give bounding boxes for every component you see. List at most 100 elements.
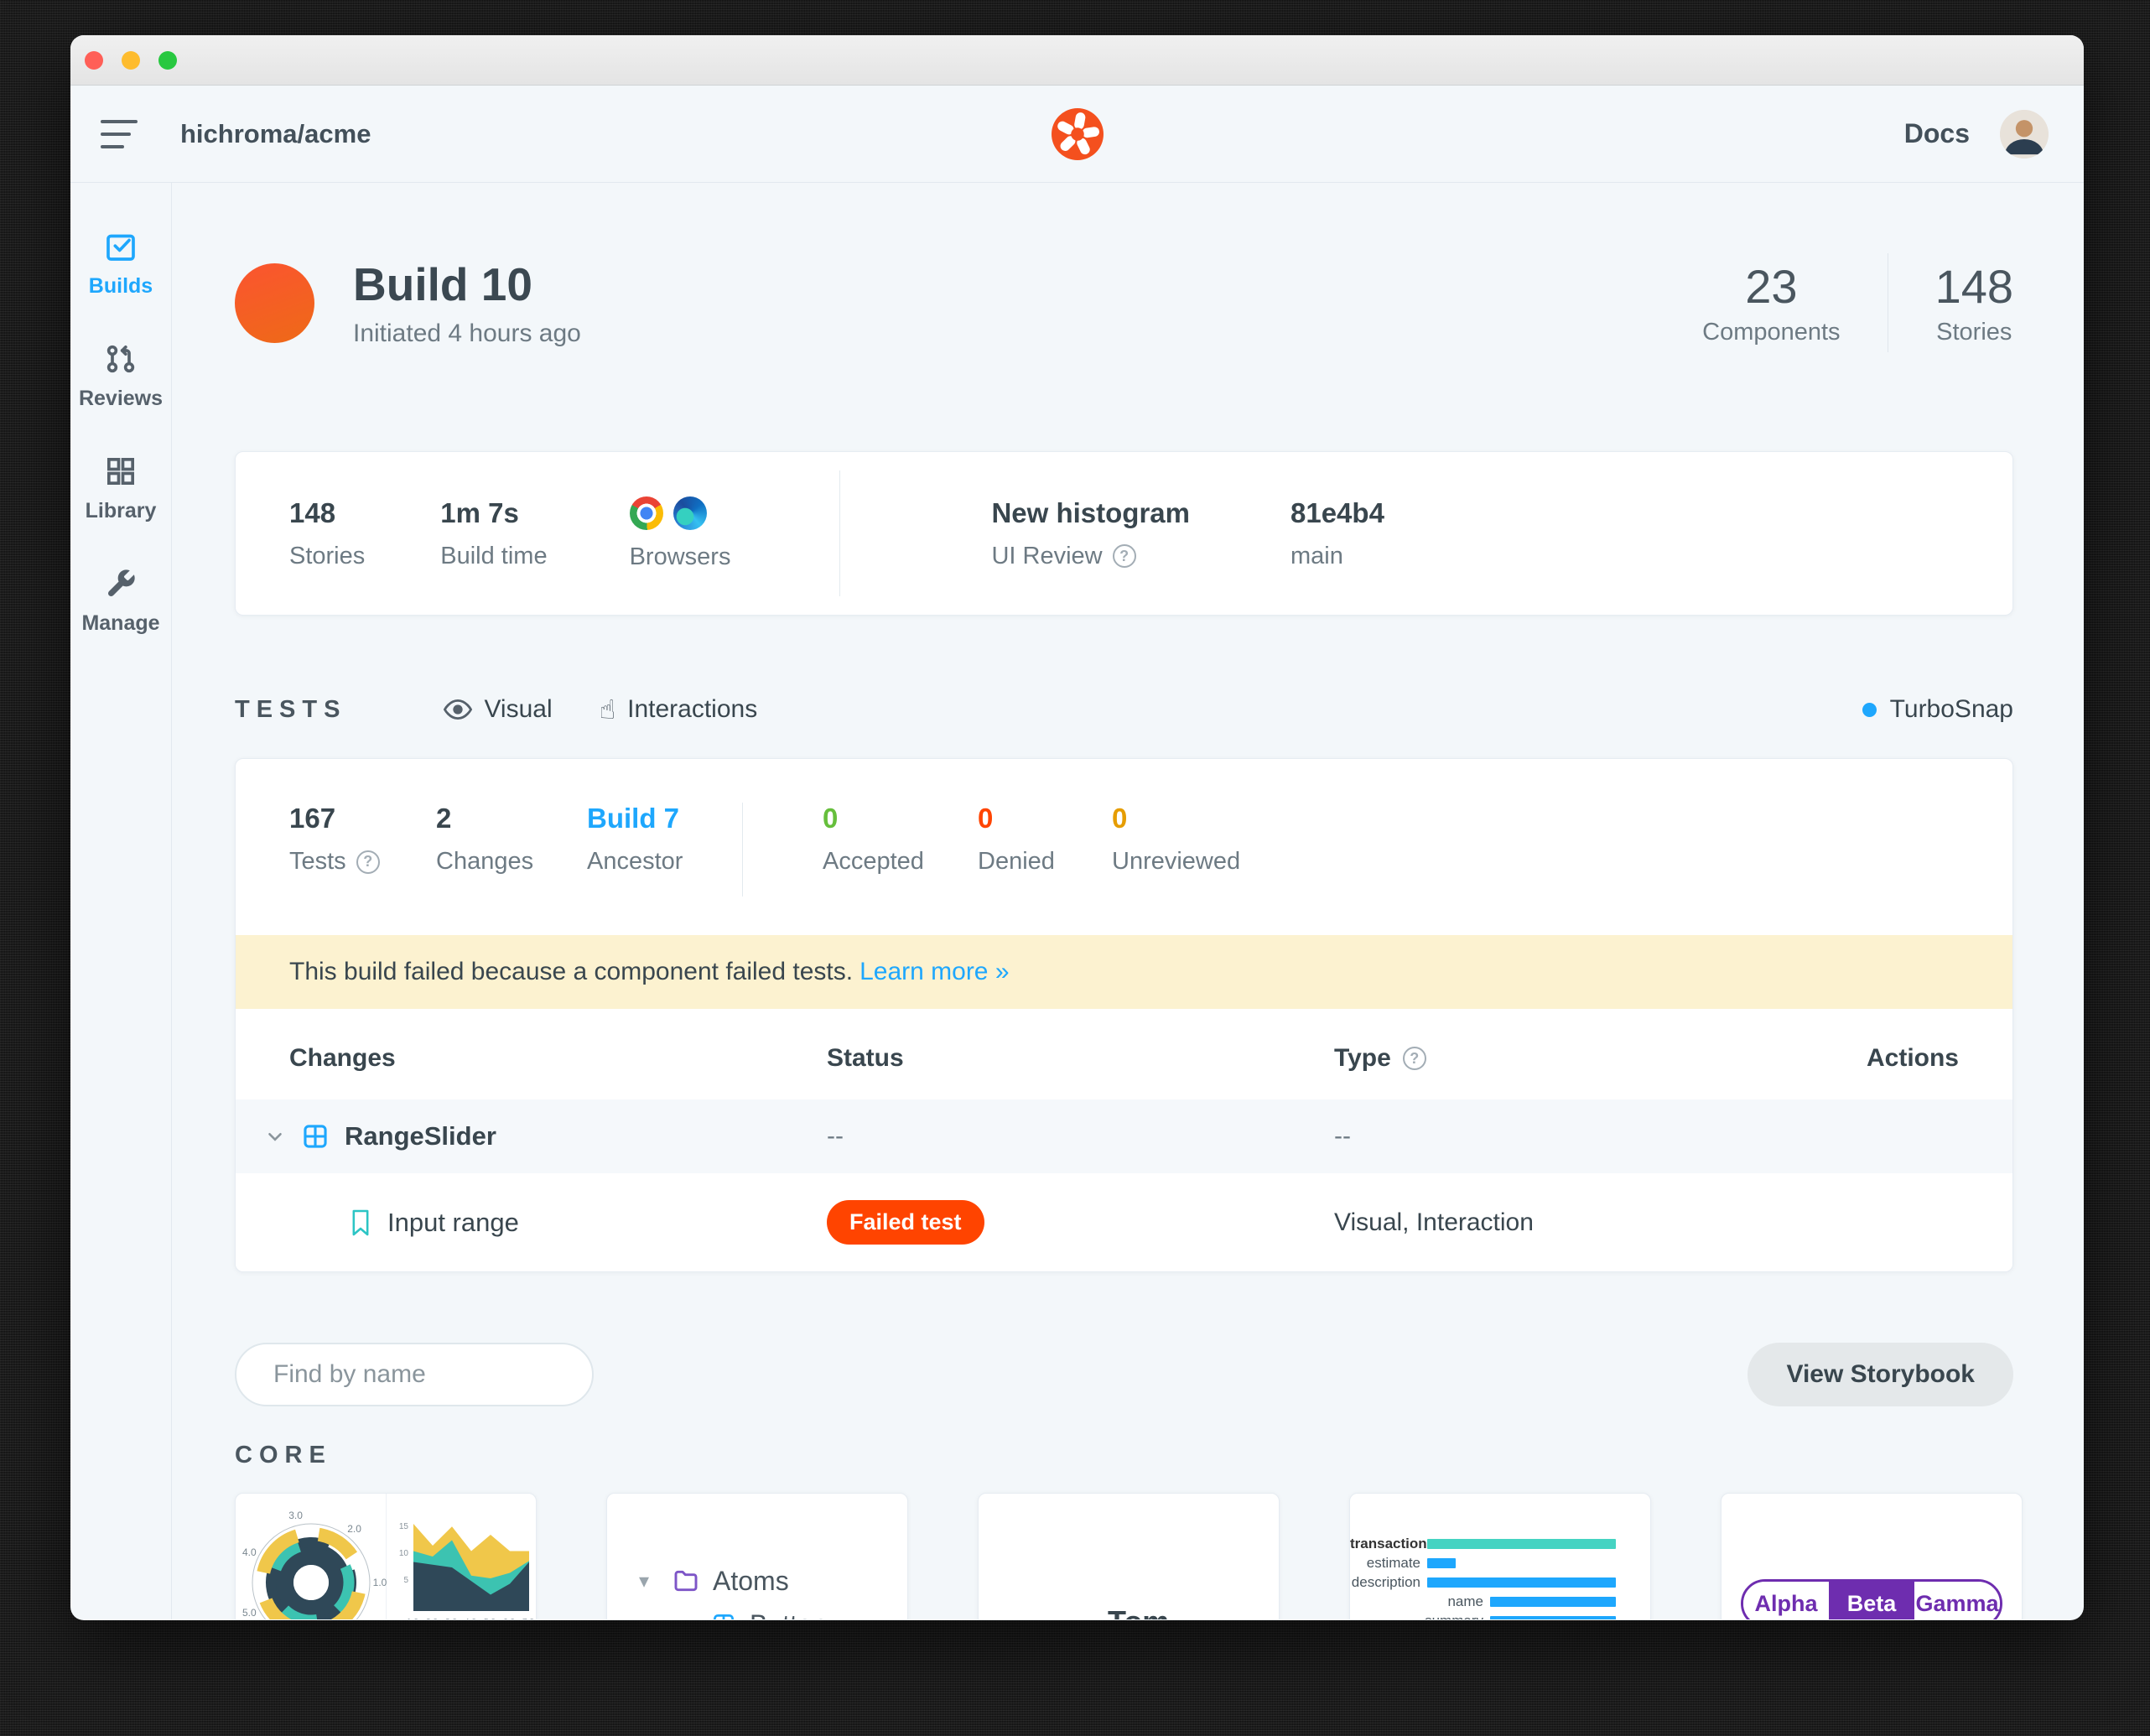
minimize-window-button[interactable] [122, 50, 140, 70]
tests-card: 167 Tests ? 2 Changes Build 7 Ancestor 0… [235, 758, 2013, 1272]
tests-stats-row: 167 Tests ? 2 Changes Build 7 Ancestor 0… [236, 759, 2012, 935]
build-subtitle: Initiated 4 hours ago [353, 320, 581, 347]
sidebar-item-label: Library [85, 499, 157, 522]
segment-gamma[interactable]: Gamma [1914, 1582, 2000, 1619]
summary-stories: 148 Stories [289, 496, 366, 569]
folder-icon [674, 1570, 698, 1592]
user-avatar[interactable] [2000, 109, 2049, 159]
help-icon[interactable]: ? [1402, 1047, 1426, 1070]
turbosnap-chip[interactable]: TurboSnap [1862, 695, 2013, 724]
stat-changes: 2 Changes [436, 803, 534, 875]
view-storybook-button[interactable]: View Storybook [1748, 1343, 2013, 1406]
x-tick: 4.0 [465, 1618, 476, 1619]
pull-request-icon [106, 345, 135, 373]
stat-tests: 167 Tests ? [289, 803, 436, 876]
help-icon[interactable]: ? [1112, 544, 1136, 568]
story-card-segmented[interactable]: Alpha Beta Gamma Alpha Beta [1721, 1493, 2023, 1619]
bookmark-icon [352, 1209, 369, 1235]
status-badge: Failed test [827, 1200, 984, 1245]
summary-build-time: 1m 7s Build time [440, 496, 548, 569]
search-input[interactable] [273, 1360, 597, 1389]
polar-tick: 3.0 [288, 1510, 303, 1522]
x-tick: 7.0 [522, 1618, 534, 1619]
story-card-profile[interactable]: Tom Coleman domyen [978, 1493, 1280, 1619]
commit-link[interactable]: 81e4b4 [1291, 497, 1384, 529]
core-section-title: CORE [235, 1442, 332, 1468]
story-card-tree[interactable]: ▾ Atoms ▸ Button [606, 1493, 908, 1619]
tree-item-folder[interactable]: ▾ Atoms [639, 1559, 907, 1603]
table-row-story[interactable]: Input range Failed test Visual, Interact… [236, 1173, 2012, 1271]
ui-review-link[interactable]: New histogram [991, 497, 1190, 529]
zoom-window-button[interactable] [158, 50, 177, 70]
docs-link[interactable]: Docs [1904, 118, 1970, 149]
polar-tick: 5.0 [241, 1606, 257, 1619]
area-chart-thumbnail: 15 10 5 1.0 2.0 3.0 4.0 5.0 6.0 7.0 [387, 1494, 536, 1619]
table-header: Changes Status Type ? Actions [236, 1009, 2012, 1099]
component-tree: ▾ Atoms ▸ Button [607, 1494, 907, 1619]
sidebar-item-reviews[interactable]: Reviews [79, 342, 163, 411]
segmented-control-purple: Alpha Beta Gamma [1741, 1579, 2002, 1619]
help-icon[interactable]: ? [356, 850, 380, 874]
sidebar-item-manage[interactable]: Manage [81, 567, 160, 636]
sidebar-item-builds[interactable]: Builds [89, 230, 153, 299]
table-row-component[interactable]: RangeSlider -- -- [236, 1099, 2012, 1173]
builds-icon [106, 234, 135, 261]
sidebar-item-label: Builds [88, 274, 153, 298]
ancestor-build-link[interactable]: Build 7 [587, 803, 742, 834]
chevron-right-icon[interactable]: ▸ [678, 1613, 698, 1619]
wrench-icon [107, 569, 135, 597]
close-window-button[interactable] [85, 50, 103, 70]
y-tick: 5 [403, 1576, 408, 1585]
profile-name: Tom Coleman [1108, 1604, 1279, 1619]
summary-ui-review: New histogram UI Review ? [991, 496, 1190, 569]
sidebar-item-library[interactable]: Library [85, 455, 157, 523]
stat-denied: 0 Denied [978, 803, 1055, 875]
sidebar-item-label: Reviews [78, 387, 164, 410]
search-box[interactable] [235, 1343, 597, 1406]
stat-accepted: 0 Accepted [823, 803, 924, 875]
bar-row: description [1350, 1572, 1650, 1592]
story-cards-row: 1.0 2.0 3.0 4.0 5.0 6.0 7.0 15 10 5 1.0 2.0 3.0 4.0 5… [235, 1493, 2023, 1619]
bar-chart-rows: transactionestimatedescriptionnamesummar… [1350, 1494, 1650, 1619]
story-card-bar-chart[interactable]: transactionestimatedescriptionnamesummar… [1349, 1493, 1651, 1619]
component-icon [304, 1125, 327, 1148]
stat-unreviewed: 0 Unreviewed [1112, 803, 1241, 875]
interactions-toggle[interactable]: ☝ Interactions [600, 694, 758, 725]
polar-tick: 2.0 [347, 1523, 361, 1536]
polar-tick: 4.0 [241, 1546, 257, 1559]
chevron-down-icon[interactable]: ▾ [639, 1569, 659, 1593]
summary-browsers: Browsers [629, 496, 730, 571]
eye-icon [444, 699, 473, 720]
profile-avatar [1007, 1619, 1086, 1620]
tree-item-component[interactable]: ▸ Button [639, 1603, 907, 1619]
visual-toggle[interactable]: Visual [444, 695, 553, 724]
bar-row: estimate [1350, 1553, 1650, 1572]
chromatic-logo-icon[interactable] [1051, 107, 1104, 160]
col-changes: Changes [289, 1044, 396, 1072]
segment-beta[interactable]: Beta [1829, 1582, 1914, 1619]
chevron-down-icon[interactable] [264, 1125, 286, 1147]
page-title: Build 10 [353, 258, 532, 310]
chrome-browser-icon [629, 496, 663, 530]
polar-chart-thumbnail: 1.02.03.04.05.06.07.0 [236, 1494, 387, 1619]
learn-more-link[interactable]: Learn more » [859, 958, 1009, 985]
stories-count: 148 Stories [1934, 260, 2013, 346]
build-status-avatar [235, 262, 314, 343]
sidebar-item-label: Manage [81, 611, 160, 635]
divider [742, 803, 743, 897]
main-content: Build 10 Initiated 4 hours ago 23 Compon… [172, 183, 2084, 1619]
build-header: Build 10 Initiated 4 hours ago 23 Compon… [235, 253, 2013, 352]
y-tick: 15 [398, 1522, 408, 1531]
segment-alpha[interactable]: Alpha [1743, 1582, 1829, 1619]
app-window: hichroma/acme Docs Builds Reviews Librar… [70, 35, 2084, 1620]
x-tick: 5.0 [484, 1618, 496, 1619]
sidebar: Builds Reviews Library Manage [70, 183, 172, 1619]
x-tick: 6.0 [503, 1618, 515, 1619]
titlebar [70, 35, 2084, 86]
menu-icon[interactable] [101, 119, 141, 148]
project-breadcrumb[interactable]: hichroma/acme [180, 119, 371, 149]
pointer-hand-icon: ☝ [599, 694, 616, 725]
summary-commit: 81e4b4 main [1291, 496, 1384, 569]
bar-row: name [1350, 1592, 1650, 1611]
story-card-charts[interactable]: 1.0 2.0 3.0 4.0 5.0 6.0 7.0 15 10 5 1.0 2.0 3.0 4.0 5… [235, 1493, 537, 1619]
